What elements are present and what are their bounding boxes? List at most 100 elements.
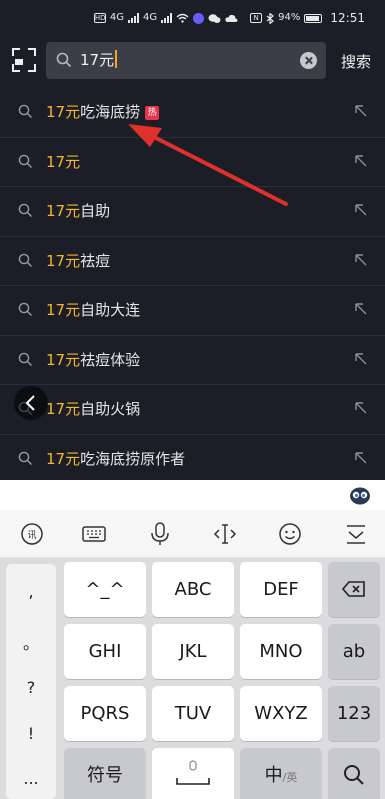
suggestion-highlight: 17元 xyxy=(46,251,81,270)
clock: 12:51 xyxy=(330,11,365,25)
exclaim-key[interactable]: ! xyxy=(6,724,56,743)
search-icon xyxy=(18,154,32,168)
suggestion-highlight: 17元 xyxy=(46,152,81,171)
key-ghi[interactable]: GHI xyxy=(64,624,146,679)
cursor-move-icon[interactable] xyxy=(211,520,239,548)
key-def[interactable]: DEF xyxy=(240,562,322,617)
fill-query-arrow-icon[interactable] xyxy=(353,400,369,416)
key-ab-mode[interactable]: ab xyxy=(328,624,380,679)
search-icon xyxy=(56,52,72,68)
backspace-key[interactable] xyxy=(328,562,380,617)
cloud-icon xyxy=(225,14,238,22)
suggestion-text: 自助 xyxy=(80,202,111,220)
suggestion-text: 吃海底捞原作者 xyxy=(80,449,186,468)
hot-badge: 热 xyxy=(145,106,160,120)
suggestion-highlight: 17元 xyxy=(46,350,81,369)
suggestion-highlight: 17元 xyxy=(46,301,81,319)
bluetooth-icon xyxy=(266,12,275,24)
svg-text:讯: 讯 xyxy=(27,530,36,541)
search-button[interactable]: 搜索 xyxy=(341,51,371,72)
suggestion-text: 自助大连 xyxy=(80,301,141,319)
search-icon xyxy=(18,451,32,465)
chevron-left-icon xyxy=(25,395,35,411)
app-notification-icon xyxy=(193,12,205,24)
scan-icon[interactable] xyxy=(12,48,36,72)
period-key[interactable]: 。 xyxy=(6,630,56,654)
key-mno[interactable]: MNO xyxy=(240,624,322,679)
input-method-logo-icon[interactable]: 讯 xyxy=(18,520,46,548)
key-jkl[interactable]: JKL xyxy=(152,624,234,679)
key-pqrs[interactable]: PQRS xyxy=(64,686,146,741)
key-emoticon[interactable]: ^_^ xyxy=(64,562,146,617)
fill-query-arrow-icon[interactable] xyxy=(353,450,369,466)
space-mic-icon xyxy=(176,760,210,785)
suggestion-item[interactable]: 17元吃海底捞原作者 xyxy=(0,435,385,485)
text-cursor xyxy=(115,50,118,68)
suggestion-highlight: 17元 xyxy=(46,449,81,468)
backspace-icon xyxy=(341,581,365,597)
signal-strength-icon xyxy=(128,13,140,23)
key-number-mode[interactable]: 123 xyxy=(328,686,380,741)
mascot-icon[interactable] xyxy=(349,485,371,505)
search-bar[interactable]: 17元 xyxy=(46,42,326,79)
keyboard-toolbar: 讯 xyxy=(0,510,385,558)
microphone-icon[interactable] xyxy=(146,520,174,548)
suggestion-highlight: 17元 xyxy=(46,400,81,418)
floating-back-button[interactable] xyxy=(14,386,48,420)
fill-query-arrow-icon[interactable] xyxy=(353,301,369,317)
wifi-icon xyxy=(176,13,189,23)
search-icon xyxy=(18,203,32,217)
status-bar: HD 4G 4G N 94% 12:51 xyxy=(0,0,385,40)
keyboard: 讯 , 。 ? ! ... ^_^ ABC DEF GHI JKL MNO ab… xyxy=(0,480,385,799)
search-icon xyxy=(18,104,32,118)
key-abc[interactable]: ABC xyxy=(152,562,234,617)
clear-search-button[interactable] xyxy=(300,52,317,69)
suggestion-item[interactable]: 17元祛痘体验 xyxy=(0,336,385,385)
key-tuv[interactable]: TUV xyxy=(152,686,234,741)
lang-sub-label: /英 xyxy=(282,771,298,784)
keyboard-keys: , 。 ? ! ... ^_^ ABC DEF GHI JKL MNO ab P… xyxy=(0,558,385,799)
suggestion-text: 祛痘 xyxy=(80,251,111,270)
comma-key[interactable]: , xyxy=(6,582,56,601)
ellipsis-key[interactable]: ... xyxy=(6,769,56,788)
suggestion-item[interactable]: 17元祛痘 xyxy=(0,237,385,286)
suggestion-list: 17元吃海底捞热 17元 17元自助 17元祛痘 17元自助大连 17元祛痘体验… xyxy=(0,88,385,484)
signal-4g-label: 4G xyxy=(109,12,125,23)
search-icon xyxy=(18,253,32,267)
fill-query-arrow-icon[interactable] xyxy=(353,153,369,169)
emoji-icon[interactable] xyxy=(276,520,304,548)
key-wxyz[interactable]: WXYZ xyxy=(240,686,322,741)
suggestion-item[interactable]: 17元 xyxy=(0,138,385,187)
lang-main-label: 中 xyxy=(264,765,283,786)
battery-percent: 94% xyxy=(278,12,301,23)
keyboard-icon[interactable] xyxy=(80,520,108,548)
suggestion-item[interactable]: 17元自助 xyxy=(0,187,385,237)
search-icon xyxy=(18,302,32,316)
search-key[interactable] xyxy=(328,748,380,799)
question-key[interactable]: ? xyxy=(6,678,56,697)
fill-query-arrow-icon[interactable] xyxy=(353,202,369,218)
signal-4g-label-2: 4G xyxy=(143,12,158,23)
search-input[interactable]: 17元 xyxy=(80,50,118,70)
suggestion-item[interactable]: 17元自助火锅 xyxy=(0,385,385,435)
wechat-icon xyxy=(208,13,221,23)
suggestion-text: 祛痘体验 xyxy=(80,350,141,369)
fill-query-arrow-icon[interactable] xyxy=(353,103,369,119)
suggestion-item[interactable]: 17元吃海底捞热 xyxy=(0,88,385,138)
search-query-text: 17元 xyxy=(80,51,115,69)
hd-icon: HD xyxy=(93,13,106,23)
suggestion-text: 自助火锅 xyxy=(80,400,141,418)
hide-keyboard-icon[interactable] xyxy=(342,520,370,548)
battery-icon xyxy=(304,13,323,23)
nfc-icon: N xyxy=(250,13,263,23)
key-symbols[interactable]: 符号 xyxy=(64,748,146,799)
fill-query-arrow-icon[interactable] xyxy=(353,252,369,268)
space-key[interactable] xyxy=(152,748,234,799)
suggestion-item[interactable]: 17元自助大连 xyxy=(0,286,385,336)
fill-query-arrow-icon[interactable] xyxy=(353,351,369,367)
punctuation-column[interactable]: , 。 ? ! ... xyxy=(6,564,56,799)
suggestion-text: 吃海底捞 xyxy=(80,103,141,121)
keyboard-topbar xyxy=(0,480,385,510)
key-language-toggle[interactable]: 中/英 xyxy=(240,748,322,799)
search-icon xyxy=(18,352,32,366)
